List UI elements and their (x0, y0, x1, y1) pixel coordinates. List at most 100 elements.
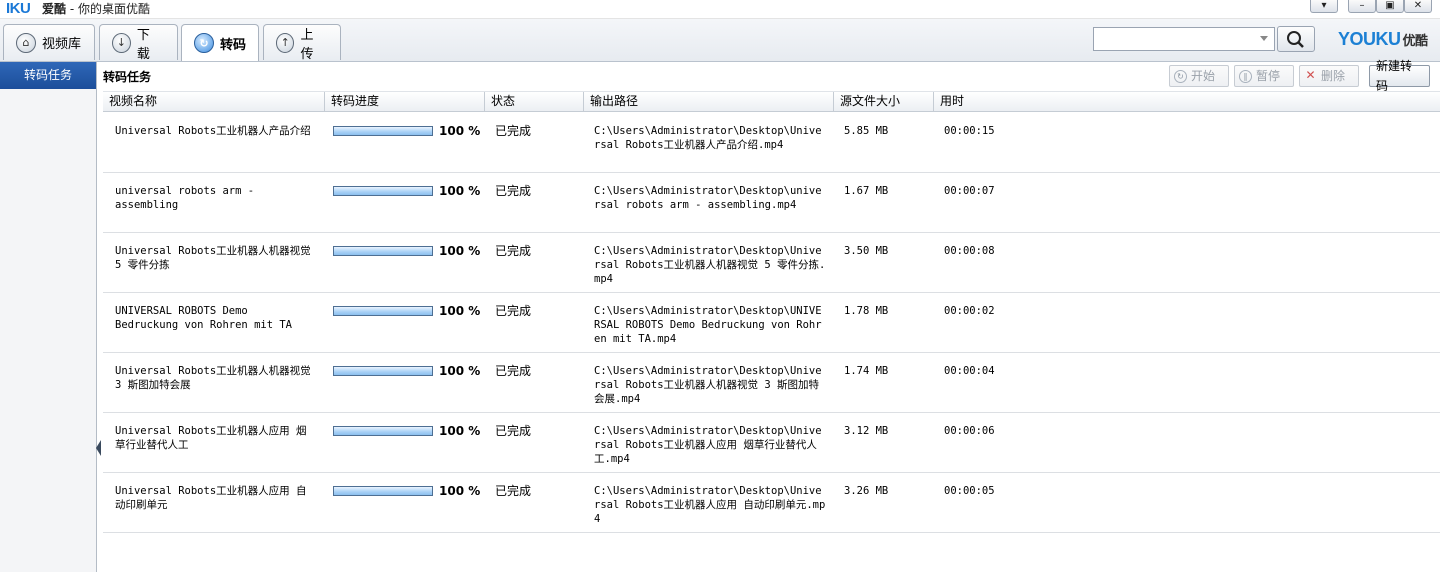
tab-transcode[interactable]: ↻ 转码 (181, 24, 259, 61)
progress-percent: 100 % (439, 484, 481, 498)
table-row[interactable]: Universal Robots工业机器人应用 烟草行业替代人工 100 % 已… (103, 412, 1440, 473)
status-text: 已完成 (495, 304, 532, 318)
tab-upload[interactable]: ↑ 上 传 (263, 24, 341, 62)
source-size: 3.12 MB (844, 425, 889, 437)
progress-percent: 100 % (439, 424, 481, 438)
app-name: 爱酷 (42, 2, 67, 16)
delete-icon: ✕ (1305, 67, 1316, 82)
elapsed-time: 00:00:04 (944, 365, 995, 377)
sidebar: 转码任务 (0, 62, 97, 572)
video-name: Universal Robots工业机器人应用 烟草行业替代人工 (115, 425, 307, 451)
progress-percent: 100 % (439, 364, 481, 378)
status-text: 已完成 (495, 184, 532, 198)
progress-cell: 100 % (333, 124, 480, 138)
progress-percent: 100 % (439, 124, 481, 138)
new-transcode-button[interactable]: 新建转码 (1369, 59, 1430, 93)
progress-cell: 100 % (333, 484, 480, 498)
search-button[interactable] (1277, 26, 1315, 52)
output-path: C:\Users\Administrator\Desktop\Universal… (594, 425, 822, 465)
video-name: Universal Robots工业机器人机器视觉 3 斯图加特会展 (115, 365, 311, 391)
table-row[interactable]: Universal Robots工业机器人产品介绍 100 % 已完成 C:\U… (103, 112, 1440, 173)
progress-cell: 100 % (333, 364, 480, 378)
elapsed-time: 00:00:06 (944, 425, 995, 437)
column-header-status[interactable]: 状态 (484, 92, 583, 111)
window-title: 爱酷 - 你的桌面优酷 (42, 0, 150, 18)
tab-label: 上 传 (300, 27, 314, 62)
search-input[interactable] (1096, 29, 1258, 51)
progress-bar (333, 126, 433, 136)
tab-label: 视频库 (42, 37, 82, 52)
start-button[interactable]: ↻ 开始 (1169, 65, 1229, 87)
elapsed-time: 00:00:05 (944, 485, 995, 497)
delete-label: 删除 (1321, 69, 1346, 83)
refresh-icon: ↻ (1174, 69, 1187, 83)
pause-button[interactable]: ∥ 暂停 (1234, 65, 1294, 87)
table-row[interactable]: Universal Robots工业机器人机器视觉 5 零件分拣 100 % 已… (103, 232, 1440, 293)
close-button[interactable]: ✕ (1404, 0, 1432, 13)
menu-dropdown-button[interactable]: ▾ (1310, 0, 1338, 13)
table-row[interactable]: UNIVERSAL ROBOTS Demo Bedruckung von Roh… (103, 292, 1440, 353)
source-size: 1.67 MB (844, 185, 889, 197)
tab-download[interactable]: ↓ 下 载 (99, 24, 178, 62)
elapsed-time: 00:00:02 (944, 305, 995, 317)
status-text: 已完成 (495, 244, 532, 258)
video-name: Universal Robots工业机器人产品介绍 (115, 125, 311, 137)
delete-button[interactable]: ✕ 删除 (1299, 65, 1359, 87)
sidebar-item-transcode-tasks[interactable]: 转码任务 (0, 62, 96, 89)
progress-percent: 100 % (439, 184, 481, 198)
column-header-name[interactable]: 视频名称 (103, 92, 324, 111)
transcode-icon: ↻ (194, 33, 214, 53)
table-row[interactable]: universal robots arm - assembling 100 % … (103, 172, 1440, 233)
output-path: C:\Users\Administrator\Desktop\universal… (594, 185, 822, 211)
source-size: 3.26 MB (844, 485, 889, 497)
video-name: universal robots arm - assembling (115, 185, 255, 211)
column-header-progress[interactable]: 转码进度 (324, 92, 484, 111)
app-logo: IKU (6, 0, 31, 17)
progress-cell: 100 % (333, 184, 480, 198)
progress-cell: 100 % (333, 424, 480, 438)
column-header-source-size[interactable]: 源文件大小 (833, 92, 933, 111)
output-path: C:\Users\Administrator\Desktop\Universal… (594, 365, 822, 405)
progress-bar (333, 246, 433, 256)
progress-bar (333, 366, 433, 376)
app-subtitle: - 你的桌面优酷 (66, 2, 150, 16)
video-name: UNIVERSAL ROBOTS Demo Bedruckung von Roh… (115, 305, 293, 331)
table-row[interactable]: Universal Robots工业机器人应用 自动印刷单元 100 % 已完成… (103, 472, 1440, 533)
status-text: 已完成 (495, 484, 532, 498)
chevron-down-icon[interactable] (1260, 36, 1268, 41)
tab-video-library[interactable]: ⌂ 视频库 (3, 24, 95, 60)
progress-bar (333, 306, 433, 316)
column-header-output-path[interactable]: 输出路径 (583, 92, 833, 111)
progress-bar (333, 426, 433, 436)
brand-name: YOUKU (1338, 29, 1401, 49)
progress-cell: 100 % (333, 304, 480, 318)
output-path: C:\Users\Administrator\Desktop\Universal… (594, 245, 826, 285)
source-size: 1.74 MB (844, 365, 889, 377)
download-icon: ↓ (112, 32, 131, 53)
video-name: Universal Robots工业机器人机器视觉 5 零件分拣 (115, 245, 311, 271)
minimize-button[interactable]: – (1348, 0, 1376, 13)
elapsed-time: 00:00:15 (944, 125, 995, 137)
source-size: 5.85 MB (844, 125, 889, 137)
progress-bar (333, 186, 433, 196)
collapse-sidebar-handle[interactable] (96, 440, 101, 456)
house-icon: ⌂ (16, 32, 36, 53)
youku-logo: YOUKU 优酷 (1338, 29, 1428, 50)
search-box[interactable] (1093, 27, 1275, 51)
progress-percent: 100 % (439, 304, 481, 318)
tab-label: 下 载 (136, 27, 150, 62)
column-header-duration[interactable]: 用时 (933, 92, 1440, 111)
table-row[interactable]: Universal Robots工业机器人机器视觉 3 斯图加特会展 100 %… (103, 352, 1440, 413)
status-text: 已完成 (495, 424, 532, 438)
progress-cell: 100 % (333, 244, 480, 258)
output-path: C:\Users\Administrator\Desktop\Universal… (594, 125, 822, 151)
title-bar: IKU 爱酷 - 你的桌面优酷 ▾ – ▣ ✕ (0, 0, 1440, 19)
pause-icon: ∥ (1239, 69, 1252, 83)
elapsed-time: 00:00:08 (944, 245, 995, 257)
elapsed-time: 00:00:07 (944, 185, 995, 197)
output-path: C:\Users\Administrator\Desktop\UNIVERSAL… (594, 305, 822, 345)
restore-button[interactable]: ▣ (1376, 0, 1404, 13)
progress-percent: 100 % (439, 244, 481, 258)
status-text: 已完成 (495, 124, 532, 138)
status-text: 已完成 (495, 364, 532, 378)
